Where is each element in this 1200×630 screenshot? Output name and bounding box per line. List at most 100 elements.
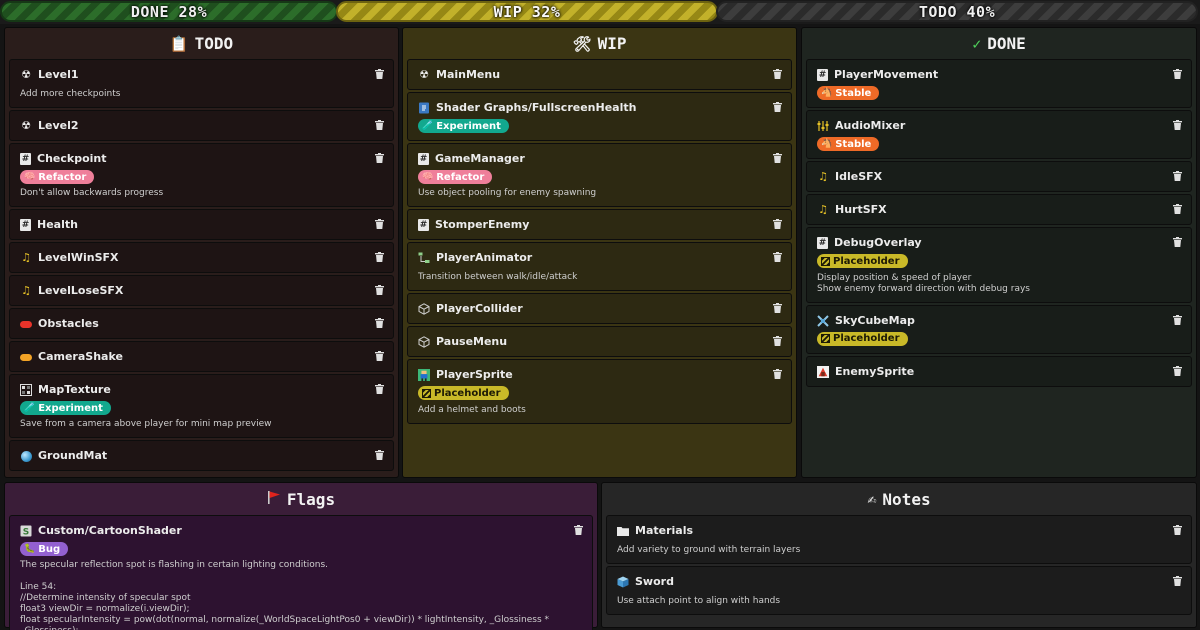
progress-todo-segment: TODO 40%: [716, 1, 1198, 22]
card-header: Shader Graphs/FullscreenHealth: [418, 101, 781, 115]
tag-label: Stable: [835, 138, 872, 150]
script-icon: #: [817, 237, 828, 249]
card-playermovement[interactable]: # PlayerMovement 🐴 Stable: [806, 59, 1192, 108]
trash-icon[interactable]: [374, 383, 385, 395]
card-debugoverlay[interactable]: # DebugOverlay Placeholder Display position…: [806, 227, 1192, 303]
trash-icon[interactable]: [374, 68, 385, 80]
card-groundmat[interactable]: GroundMat: [9, 440, 394, 471]
card-enemysprite[interactable]: EnemySprite: [806, 356, 1192, 387]
card-gamemanager[interactable]: # GameManager 🧠 Refactor Use object pooling …: [407, 143, 792, 207]
tag-label: Placeholder: [833, 255, 900, 267]
card-title: Level1: [38, 68, 79, 81]
trash-icon[interactable]: [374, 251, 385, 263]
scene-icon: ☢: [21, 68, 31, 81]
trash-icon[interactable]: [1172, 119, 1183, 131]
trash-icon[interactable]: [374, 218, 385, 230]
card-title: Sword: [635, 575, 674, 588]
card-obstacles[interactable]: Obstacles: [9, 308, 394, 339]
card-header: PlayerSprite: [418, 368, 781, 382]
card-title: GameManager: [435, 152, 525, 165]
card-header: ♫ LevelWinSFX: [20, 251, 383, 265]
card-title: PlayerSprite: [436, 368, 513, 381]
card-skycubemap[interactable]: SkyCubeMap Placeholder: [806, 304, 1192, 354]
done-column-header: ✓ DONE: [806, 28, 1192, 59]
tag-label: Stable: [835, 87, 872, 99]
trash-icon[interactable]: [374, 119, 385, 131]
card-title: PlayerAnimator: [436, 251, 533, 264]
model-cube-icon: [617, 576, 629, 588]
card-audiomixer[interactable]: AudioMixer 🐴 Stable: [806, 110, 1192, 159]
card-shader-graphs-fullscreenhealth[interactable]: Shader Graphs/FullscreenHealth 🧪 Experimen…: [407, 92, 792, 141]
card-health[interactable]: # Health: [9, 209, 394, 240]
card-header: AudioMixer: [817, 119, 1181, 133]
card-materials[interactable]: Materials Add variety to ground with terr…: [606, 515, 1192, 564]
flags-column-header: Flags: [9, 483, 593, 515]
done-column: ✓ DONE # PlayerMovement 🐴 Stable AudioMixer 🐴…: [801, 27, 1197, 478]
trash-icon[interactable]: [1172, 575, 1183, 587]
tag-bug: 🐛 Bug: [20, 542, 69, 556]
card-custom-cartoonshader[interactable]: S Custom/CartoonShader 🐛 Bug The specular re…: [9, 515, 593, 630]
progress-done-label: DONE 28%: [130, 2, 208, 21]
trash-icon[interactable]: [374, 152, 385, 164]
trash-icon[interactable]: [772, 68, 783, 80]
card-title: LevelLoseSFX: [38, 284, 124, 297]
card-header: Obstacles: [20, 317, 383, 331]
card-levellosesfx[interactable]: ♫ LevelLoseSFX: [9, 275, 394, 306]
card-title: SkyCubeMap: [835, 313, 915, 327]
card-maptexture[interactable]: MapTexture 🧪 Experiment Save from a camera …: [9, 374, 394, 438]
card-header: # StomperEnemy: [418, 218, 781, 232]
card-playercollider[interactable]: PlayerCollider: [407, 293, 792, 324]
card-title: AudioMixer: [835, 119, 906, 132]
trash-icon[interactable]: [1172, 365, 1183, 377]
trash-icon[interactable]: [374, 284, 385, 296]
trash-icon[interactable]: [374, 317, 385, 329]
card-header: # PlayerMovement: [817, 68, 1181, 82]
card-header: PlayerCollider: [418, 302, 781, 316]
card-camerashake[interactable]: CameraShake: [9, 341, 394, 372]
wip-column: 🛠 WIP ☢ MainMenu Shader Graphs/FullscreenH…: [402, 27, 797, 478]
tag-placeholder: Placeholder: [418, 386, 509, 400]
card-sword[interactable]: Sword Use attach point to align with hand…: [606, 566, 1192, 615]
trash-icon[interactable]: [772, 368, 783, 380]
card-playersprite[interactable]: PlayerSprite Placeholder Add a helmet and …: [407, 359, 792, 424]
card-header: ☢ Level2: [20, 119, 383, 133]
trash-icon[interactable]: [772, 218, 783, 230]
trash-icon[interactable]: [772, 251, 783, 263]
card-checkpoint[interactable]: # Checkpoint 🧠 Refactor Don't allow backward…: [9, 143, 394, 207]
done-column-title: DONE: [987, 34, 1026, 53]
script-icon: #: [817, 69, 828, 81]
card-playeranimator[interactable]: PlayerAnimator Transition between walk/id…: [407, 242, 792, 291]
tag-label: Refactor: [38, 171, 87, 183]
trash-icon[interactable]: [772, 101, 783, 113]
card-pausemenu[interactable]: PauseMenu: [407, 326, 792, 357]
card-mainmenu[interactable]: ☢ MainMenu: [407, 59, 792, 90]
card-header: ♫ LevelLoseSFX: [20, 284, 383, 298]
trash-icon[interactable]: [772, 335, 783, 347]
card-title: EnemySprite: [835, 365, 915, 378]
card-hurtsfx[interactable]: ♫ HurtSFX: [806, 194, 1192, 225]
flags-card-list: S Custom/CartoonShader 🐛 Bug The specular re…: [9, 515, 593, 630]
checkmark-icon: ✓: [972, 34, 982, 53]
card-idlesfx[interactable]: ♫ IdleSFX: [806, 161, 1192, 192]
trash-icon[interactable]: [374, 449, 385, 461]
shader-icon: S: [20, 525, 32, 537]
todo-column: 📋 TODO ☢ Level1 Add more checkpoints ☢ Level…: [4, 27, 399, 478]
card-level2[interactable]: ☢ Level2: [9, 110, 394, 141]
card-title: Shader Graphs/FullscreenHealth: [436, 101, 637, 114]
trash-icon[interactable]: [772, 302, 783, 314]
trash-icon[interactable]: [1172, 236, 1183, 248]
card-level1[interactable]: ☢ Level1 Add more checkpoints: [9, 59, 394, 108]
trash-icon[interactable]: [374, 350, 385, 362]
card-stomperenemy[interactable]: # StomperEnemy: [407, 209, 792, 240]
card-title: DebugOverlay: [834, 236, 922, 249]
card-header: MapTexture: [20, 383, 383, 397]
trash-icon[interactable]: [772, 152, 783, 164]
trash-icon[interactable]: [1172, 314, 1183, 326]
card-levelwinsfx[interactable]: ♫ LevelWinSFX: [9, 242, 394, 273]
card-title: PlayerCollider: [436, 302, 523, 315]
trash-icon[interactable]: [1172, 203, 1183, 215]
trash-icon[interactable]: [1172, 170, 1183, 182]
trash-icon[interactable]: [573, 524, 584, 536]
trash-icon[interactable]: [1172, 68, 1183, 80]
trash-icon[interactable]: [1172, 524, 1183, 536]
